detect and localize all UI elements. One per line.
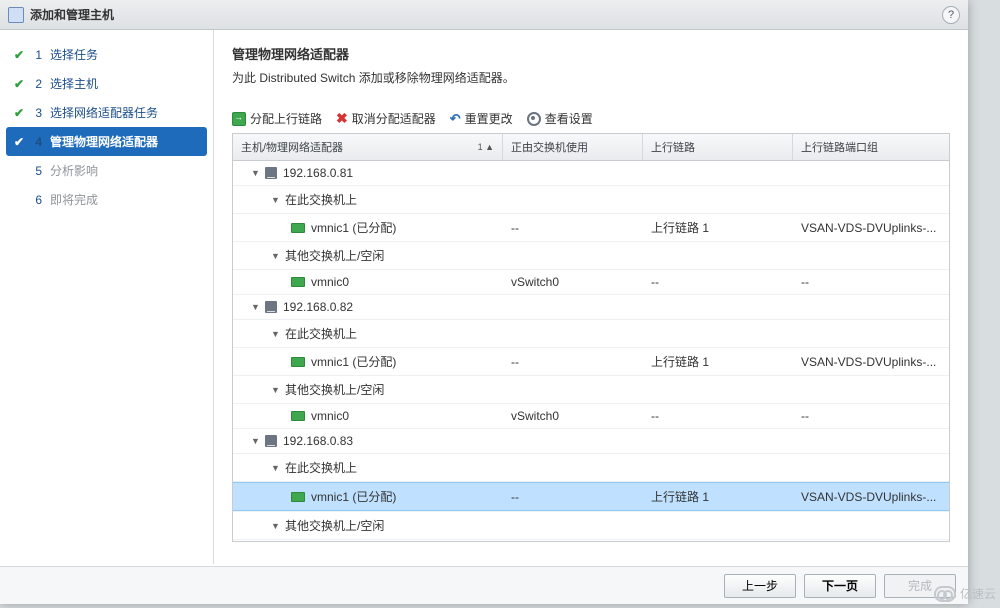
nic-icon xyxy=(291,223,305,233)
expand-toggle[interactable]: ▼ xyxy=(271,195,281,205)
check-icon: ✔ xyxy=(14,106,24,120)
page-title: 管理物理网络适配器 xyxy=(232,44,950,63)
nic-icon xyxy=(291,277,305,287)
table-row[interactable]: vmnic1 (已分配)--上行链路 1VSAN-VDS-DVUplinks-.… xyxy=(233,214,949,242)
col-portgroup[interactable]: 上行链路端口组 xyxy=(793,134,949,160)
table-row[interactable]: ▼其他交换机上/空闲 xyxy=(233,242,949,270)
next-button[interactable]: 下一页 xyxy=(804,574,876,598)
unassign-icon: ✖ xyxy=(336,110,348,127)
expand-toggle[interactable]: ▼ xyxy=(251,168,261,178)
nic-icon xyxy=(291,411,305,421)
table-row[interactable]: vmnic0vSwitch0---- xyxy=(233,404,949,429)
finish-button: 完成 xyxy=(884,574,956,598)
nav-step-4[interactable]: ✔4管理物理网络适配器 xyxy=(6,127,207,156)
dialog-title: 添加和管理主机 xyxy=(30,6,942,23)
reset-icon: ↶ xyxy=(450,111,461,127)
host-icon xyxy=(265,301,277,313)
view-icon xyxy=(527,112,541,126)
page-subtitle: 为此 Distributed Switch 添加或移除物理网络适配器。 xyxy=(232,69,950,86)
assign-icon xyxy=(232,112,246,126)
col-uplink[interactable]: 上行链路 xyxy=(643,134,793,160)
back-button[interactable]: 上一步 xyxy=(724,574,796,598)
table-row[interactable]: ▼192.168.0.81 xyxy=(233,161,949,186)
table-row[interactable]: vmnic1 (已分配)--上行链路 1VSAN-VDS-DVUplinks-.… xyxy=(233,348,949,376)
nic-icon xyxy=(291,492,305,502)
expand-toggle[interactable]: ▼ xyxy=(251,302,261,312)
col-used-by[interactable]: 正由交换机使用 xyxy=(503,134,643,160)
table-row[interactable]: vmnic1 (已分配)--上行链路 1VSAN-VDS-DVUplinks-.… xyxy=(233,482,949,512)
unassign-adapter-button[interactable]: ✖取消分配适配器 xyxy=(336,110,436,127)
table-row[interactable]: vmnic0vSwitch0---- xyxy=(233,540,949,541)
expand-toggle[interactable]: ▼ xyxy=(271,521,281,531)
dialog-icon xyxy=(8,7,24,23)
sort-indicator: 1 ▲ xyxy=(478,142,494,152)
nav-step-2[interactable]: ✔2选择主机 xyxy=(0,69,213,98)
check-icon: ✔ xyxy=(14,77,24,91)
table-row[interactable]: ▼其他交换机上/空闲 xyxy=(233,512,949,540)
table-body: ▼192.168.0.81▼在此交换机上vmnic1 (已分配)--上行链路 1… xyxy=(233,161,949,541)
help-icon[interactable]: ? xyxy=(942,6,960,24)
expand-toggle[interactable]: ▼ xyxy=(271,385,281,395)
dialog-titlebar: 添加和管理主机 ? xyxy=(0,0,968,30)
nic-icon xyxy=(291,357,305,367)
reset-changes-button[interactable]: ↶重置更改 xyxy=(450,110,513,127)
adapter-table: 主机/物理网络适配器1 ▲ 正由交换机使用 上行链路 上行链路端口组 ▼192.… xyxy=(232,133,950,542)
check-icon: ✔ xyxy=(14,48,24,62)
expand-toggle[interactable]: ▼ xyxy=(251,436,261,446)
wizard-nav: ✔1选择任务 ✔2选择主机 ✔3选择网络适配器任务 ✔4管理物理网络适配器 ✔5… xyxy=(0,30,214,564)
expand-toggle[interactable]: ▼ xyxy=(271,329,281,339)
table-row[interactable]: ▼在此交换机上 xyxy=(233,454,949,482)
expand-toggle[interactable]: ▼ xyxy=(271,463,281,473)
table-row[interactable]: ▼在此交换机上 xyxy=(233,186,949,214)
table-row[interactable]: ▼在此交换机上 xyxy=(233,320,949,348)
host-icon xyxy=(265,167,277,179)
table-header: 主机/物理网络适配器1 ▲ 正由交换机使用 上行链路 上行链路端口组 xyxy=(233,134,949,161)
table-row[interactable]: ▼其他交换机上/空闲 xyxy=(233,376,949,404)
col-host-adapter[interactable]: 主机/物理网络适配器1 ▲ xyxy=(233,134,503,160)
nav-step-6: ✔6即将完成 xyxy=(0,185,213,214)
table-row[interactable]: vmnic0vSwitch0---- xyxy=(233,270,949,295)
table-row[interactable]: ▼192.168.0.83 xyxy=(233,429,949,454)
wizard-footer: 上一步 下一页 完成 xyxy=(0,566,968,604)
host-icon xyxy=(265,435,277,447)
wizard-content: 管理物理网络适配器 为此 Distributed Switch 添加或移除物理网… xyxy=(214,30,968,564)
check-icon: ✔ xyxy=(14,135,24,149)
view-settings-button[interactable]: 查看设置 xyxy=(527,110,593,127)
assign-uplink-button[interactable]: 分配上行链路 xyxy=(232,110,322,127)
adapter-toolbar: 分配上行链路 ✖取消分配适配器 ↶重置更改 查看设置 xyxy=(232,110,950,127)
wizard-dialog: 添加和管理主机 ? ✔1选择任务 ✔2选择主机 ✔3选择网络适配器任务 ✔4管理… xyxy=(0,0,968,604)
nav-step-3[interactable]: ✔3选择网络适配器任务 xyxy=(0,98,213,127)
table-row[interactable]: ▼192.168.0.82 xyxy=(233,295,949,320)
expand-toggle[interactable]: ▼ xyxy=(271,251,281,261)
nav-step-1[interactable]: ✔1选择任务 xyxy=(0,40,213,69)
nav-step-5: ✔5分析影响 xyxy=(0,156,213,185)
